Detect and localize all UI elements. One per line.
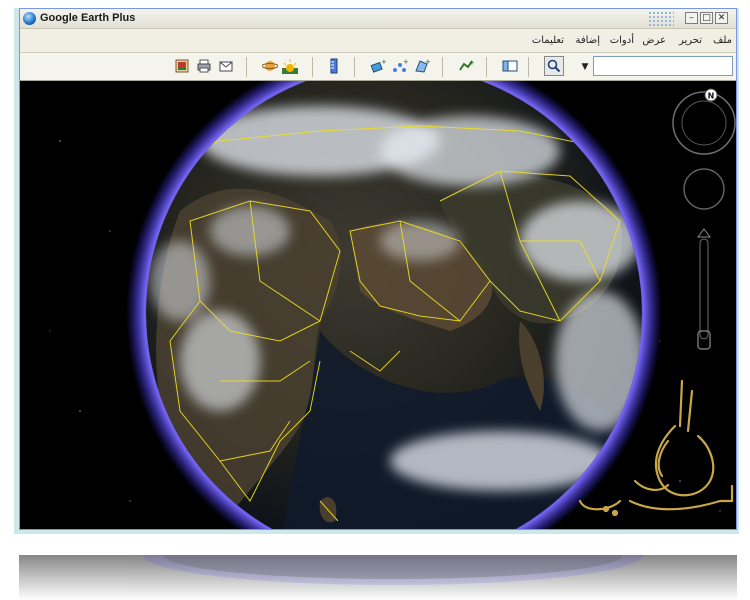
close-button[interactable]: ✕ xyxy=(715,12,728,24)
menu-tools[interactable]: أدوات xyxy=(610,35,634,46)
image-icon[interactable] xyxy=(174,58,190,74)
title-bar[interactable]: Google Earth Plus – □ ✕ xyxy=(20,9,736,29)
menu-edit[interactable]: تحرير xyxy=(679,35,702,46)
menu-bar: ملف تحرير عرض أدوات إضافة تعليمات xyxy=(20,29,736,53)
zoom-slider[interactable] xyxy=(697,228,711,350)
maximize-button[interactable]: □ xyxy=(700,12,713,24)
north-label: N xyxy=(708,92,715,101)
toolbar-separator xyxy=(246,57,247,77)
menu-add[interactable]: إضافة xyxy=(576,35,600,46)
toolbar-separator xyxy=(312,57,313,77)
email-icon[interactable] xyxy=(218,58,234,74)
svg-text:+: + xyxy=(381,58,386,66)
earth-viewport[interactable]: N xyxy=(20,81,736,530)
sidebar-icon[interactable] xyxy=(502,58,518,74)
toolbar-separator xyxy=(528,57,529,77)
menu-file[interactable]: ملف xyxy=(713,35,732,46)
planet-icon[interactable] xyxy=(261,58,279,74)
search-input[interactable] xyxy=(593,56,733,76)
add-tour-icon[interactable]: + xyxy=(458,58,475,74)
app-window: Google Earth Plus – □ ✕ ملف تحرير عرض أد… xyxy=(19,8,737,530)
toolbar-separator xyxy=(354,57,355,77)
minimize-button[interactable]: – xyxy=(685,12,698,24)
add-placemark-icon[interactable]: + xyxy=(370,58,387,74)
tilt-joystick[interactable] xyxy=(683,168,725,210)
menu-help[interactable]: تعليمات xyxy=(532,35,564,46)
globe-view[interactable]: N xyxy=(20,81,736,530)
google-earth-icon xyxy=(23,12,36,25)
sun-icon[interactable] xyxy=(282,58,298,74)
svg-text:+: + xyxy=(403,58,408,66)
ruler-icon[interactable] xyxy=(326,58,342,74)
window-reflection xyxy=(19,555,737,600)
toolbar-separator xyxy=(486,57,487,77)
search-dropdown-button[interactable]: ▼ xyxy=(578,57,592,77)
svg-text:+: + xyxy=(425,58,430,66)
compass-ring[interactable]: N xyxy=(672,88,736,155)
search-icon xyxy=(547,59,561,73)
grip-icon xyxy=(648,11,674,26)
menu-view[interactable]: عرض xyxy=(642,35,666,46)
toolbar: + + + + ▼ xyxy=(20,53,736,81)
toolbar-separator xyxy=(442,57,443,77)
svg-text:+: + xyxy=(469,59,474,67)
add-path-icon[interactable]: + xyxy=(392,58,409,74)
add-polygon-icon[interactable]: + xyxy=(414,58,431,74)
print-icon[interactable] xyxy=(196,58,212,74)
window-title: Google Earth Plus xyxy=(40,12,136,24)
navigation-controls[interactable]: N xyxy=(672,88,736,350)
search-button[interactable] xyxy=(544,56,564,76)
